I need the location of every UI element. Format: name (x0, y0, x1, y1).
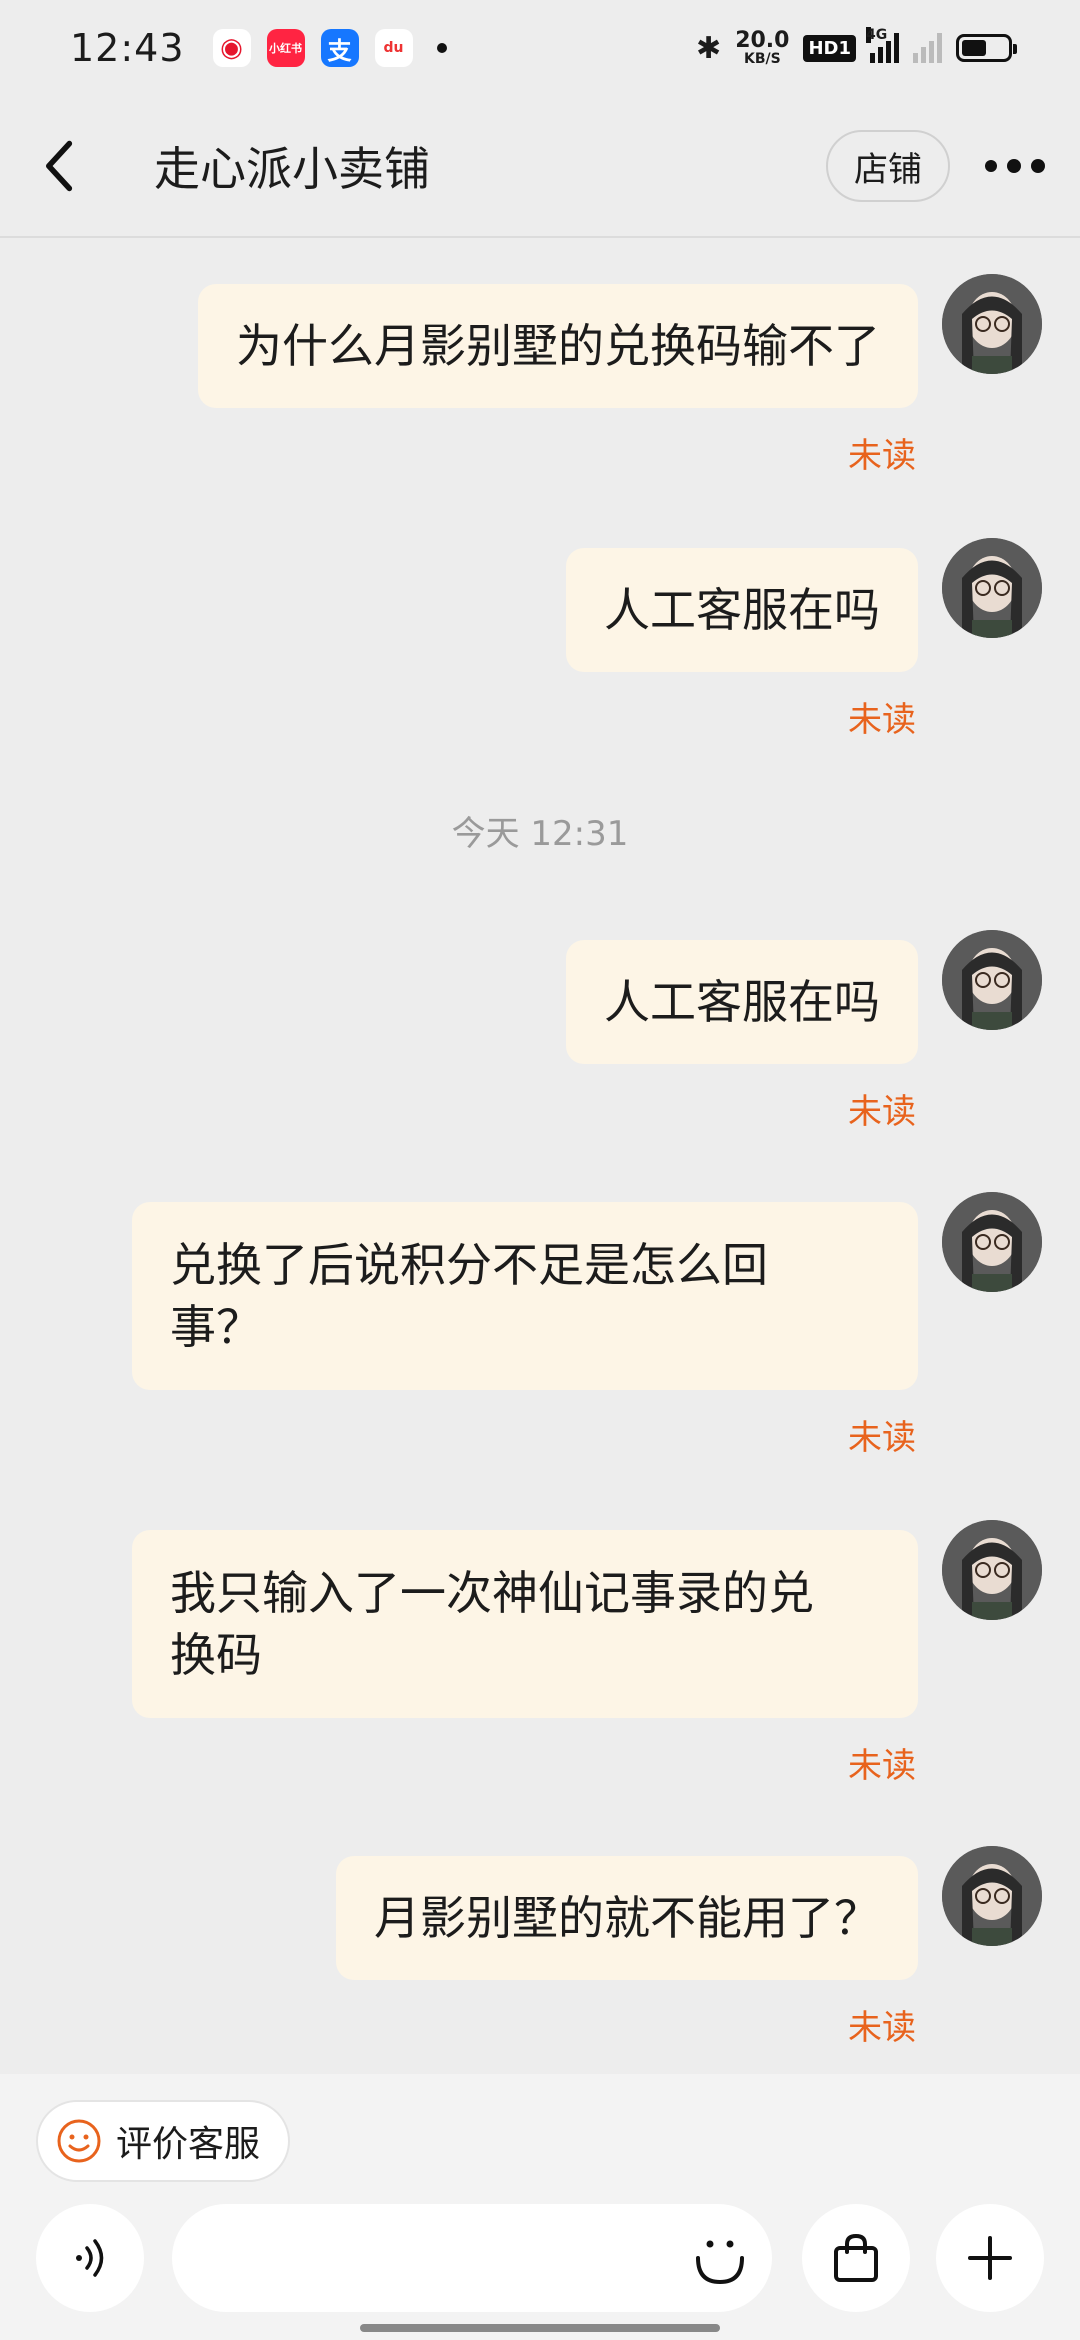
shop-button[interactable]: 店铺 (826, 130, 950, 202)
signal-4g-icon: 4G (866, 27, 899, 63)
signal-sim2-icon (913, 33, 942, 63)
unread-status: 未读 (848, 700, 916, 740)
bluetooth-icon: ✱ (696, 30, 722, 66)
more-dot-icon (985, 160, 997, 172)
rate-service-label: 评价客服 (116, 2124, 261, 2165)
xiaohongshu-icon: 小红书 (266, 29, 305, 67)
chat-header: 走心派小卖铺 店铺 (0, 96, 1080, 238)
battery-icon (956, 34, 1017, 62)
message-text: 月影别墅的就不能用了？ (374, 1891, 880, 1945)
message-text: 人工客服在吗 (604, 975, 880, 1029)
chat-messages[interactable]: 为什么月影别墅的兑换码输不了 未读 人工客服在吗 未读 今天 12:31 人工客… (0, 240, 1080, 2074)
emoji-button[interactable] (688, 2226, 752, 2290)
smiley-icon (57, 2119, 101, 2163)
home-indicator[interactable] (360, 2324, 720, 2332)
unread-status: 未读 (848, 2008, 916, 2048)
message-bubble[interactable]: 为什么月影别墅的兑换码输不了 (198, 284, 918, 408)
more-notifications-dot (436, 43, 447, 53)
avatar[interactable] (942, 1520, 1042, 1620)
message-text: 为什么月影别墅的兑换码输不了 (236, 319, 880, 373)
unread-status: 未读 (848, 1746, 916, 1786)
message-text-line: 我只输入了一次神仙记事录的兑 (170, 1566, 814, 1620)
input-row (36, 2204, 1044, 2314)
status-time: 12:43 (70, 26, 185, 70)
user-avatar-image (942, 1846, 1042, 1946)
user-avatar-image (942, 274, 1042, 374)
back-button[interactable] (0, 96, 120, 236)
message-bubble[interactable]: 兑换了后说积分不足是怎么回 事？ (132, 1202, 918, 1390)
unread-status: 未读 (848, 436, 916, 476)
time-divider: 今天 12:31 (451, 814, 629, 854)
rate-service-button[interactable]: 评价客服 (36, 2100, 291, 2182)
more-actions-button[interactable] (936, 2204, 1044, 2312)
message-bubble[interactable]: 人工客服在吗 (566, 940, 918, 1064)
message-text-line: 事？ (170, 1300, 262, 1354)
message-text: 人工客服在吗 (604, 583, 880, 637)
user-avatar-image (942, 1192, 1042, 1292)
avatar[interactable] (942, 274, 1042, 374)
voice-input-button[interactable] (36, 2204, 144, 2312)
bottom-input-area: 评价客服 (0, 2074, 1080, 2340)
network-speed: 20.0 KB/S (735, 28, 790, 67)
voice-icon (76, 2239, 104, 2277)
weibo-icon: ◉ (212, 29, 251, 67)
avatar[interactable] (942, 1846, 1042, 1946)
plus-icon (968, 2236, 1012, 2280)
unread-status: 未读 (848, 1092, 916, 1132)
message-bubble[interactable]: 月影别墅的就不能用了？ (336, 1856, 918, 1980)
message-bubble[interactable]: 人工客服在吗 (566, 548, 918, 672)
message-bubble[interactable]: 我只输入了一次神仙记事录的兑 换码 (132, 1530, 918, 1718)
unread-status: 未读 (848, 1418, 916, 1458)
more-dot-icon (1007, 159, 1021, 173)
message-text-line: 兑换了后说积分不足是怎么回 (170, 1238, 768, 1292)
avatar[interactable] (942, 930, 1042, 1030)
alipay-icon: 支 (320, 29, 359, 67)
avatar[interactable] (942, 1192, 1042, 1292)
status-bar: 12:43 ◉ 小红书 支 du ✱ 20.0 KB/S HD1 4G (0, 0, 1080, 96)
emoji-icon (696, 2240, 744, 2285)
chevron-left-icon (46, 140, 73, 192)
more-options-button[interactable] (950, 96, 1080, 236)
dewu-icon: du (374, 29, 413, 67)
page-title: 走心派小卖铺 (154, 142, 430, 196)
message-input[interactable] (172, 2204, 772, 2312)
message-text-line: 换码 (170, 1628, 262, 1682)
products-button[interactable] (802, 2204, 910, 2312)
user-avatar-image (942, 930, 1042, 1030)
notification-icons: ◉ 小红书 支 du (212, 29, 413, 67)
user-avatar-image (942, 538, 1042, 638)
more-dot-icon (1031, 159, 1045, 173)
shopping-bag-icon (834, 2233, 878, 2282)
user-avatar-image (942, 1520, 1042, 1620)
hd-voice-badge: HD1 (803, 34, 856, 62)
avatar[interactable] (942, 538, 1042, 638)
